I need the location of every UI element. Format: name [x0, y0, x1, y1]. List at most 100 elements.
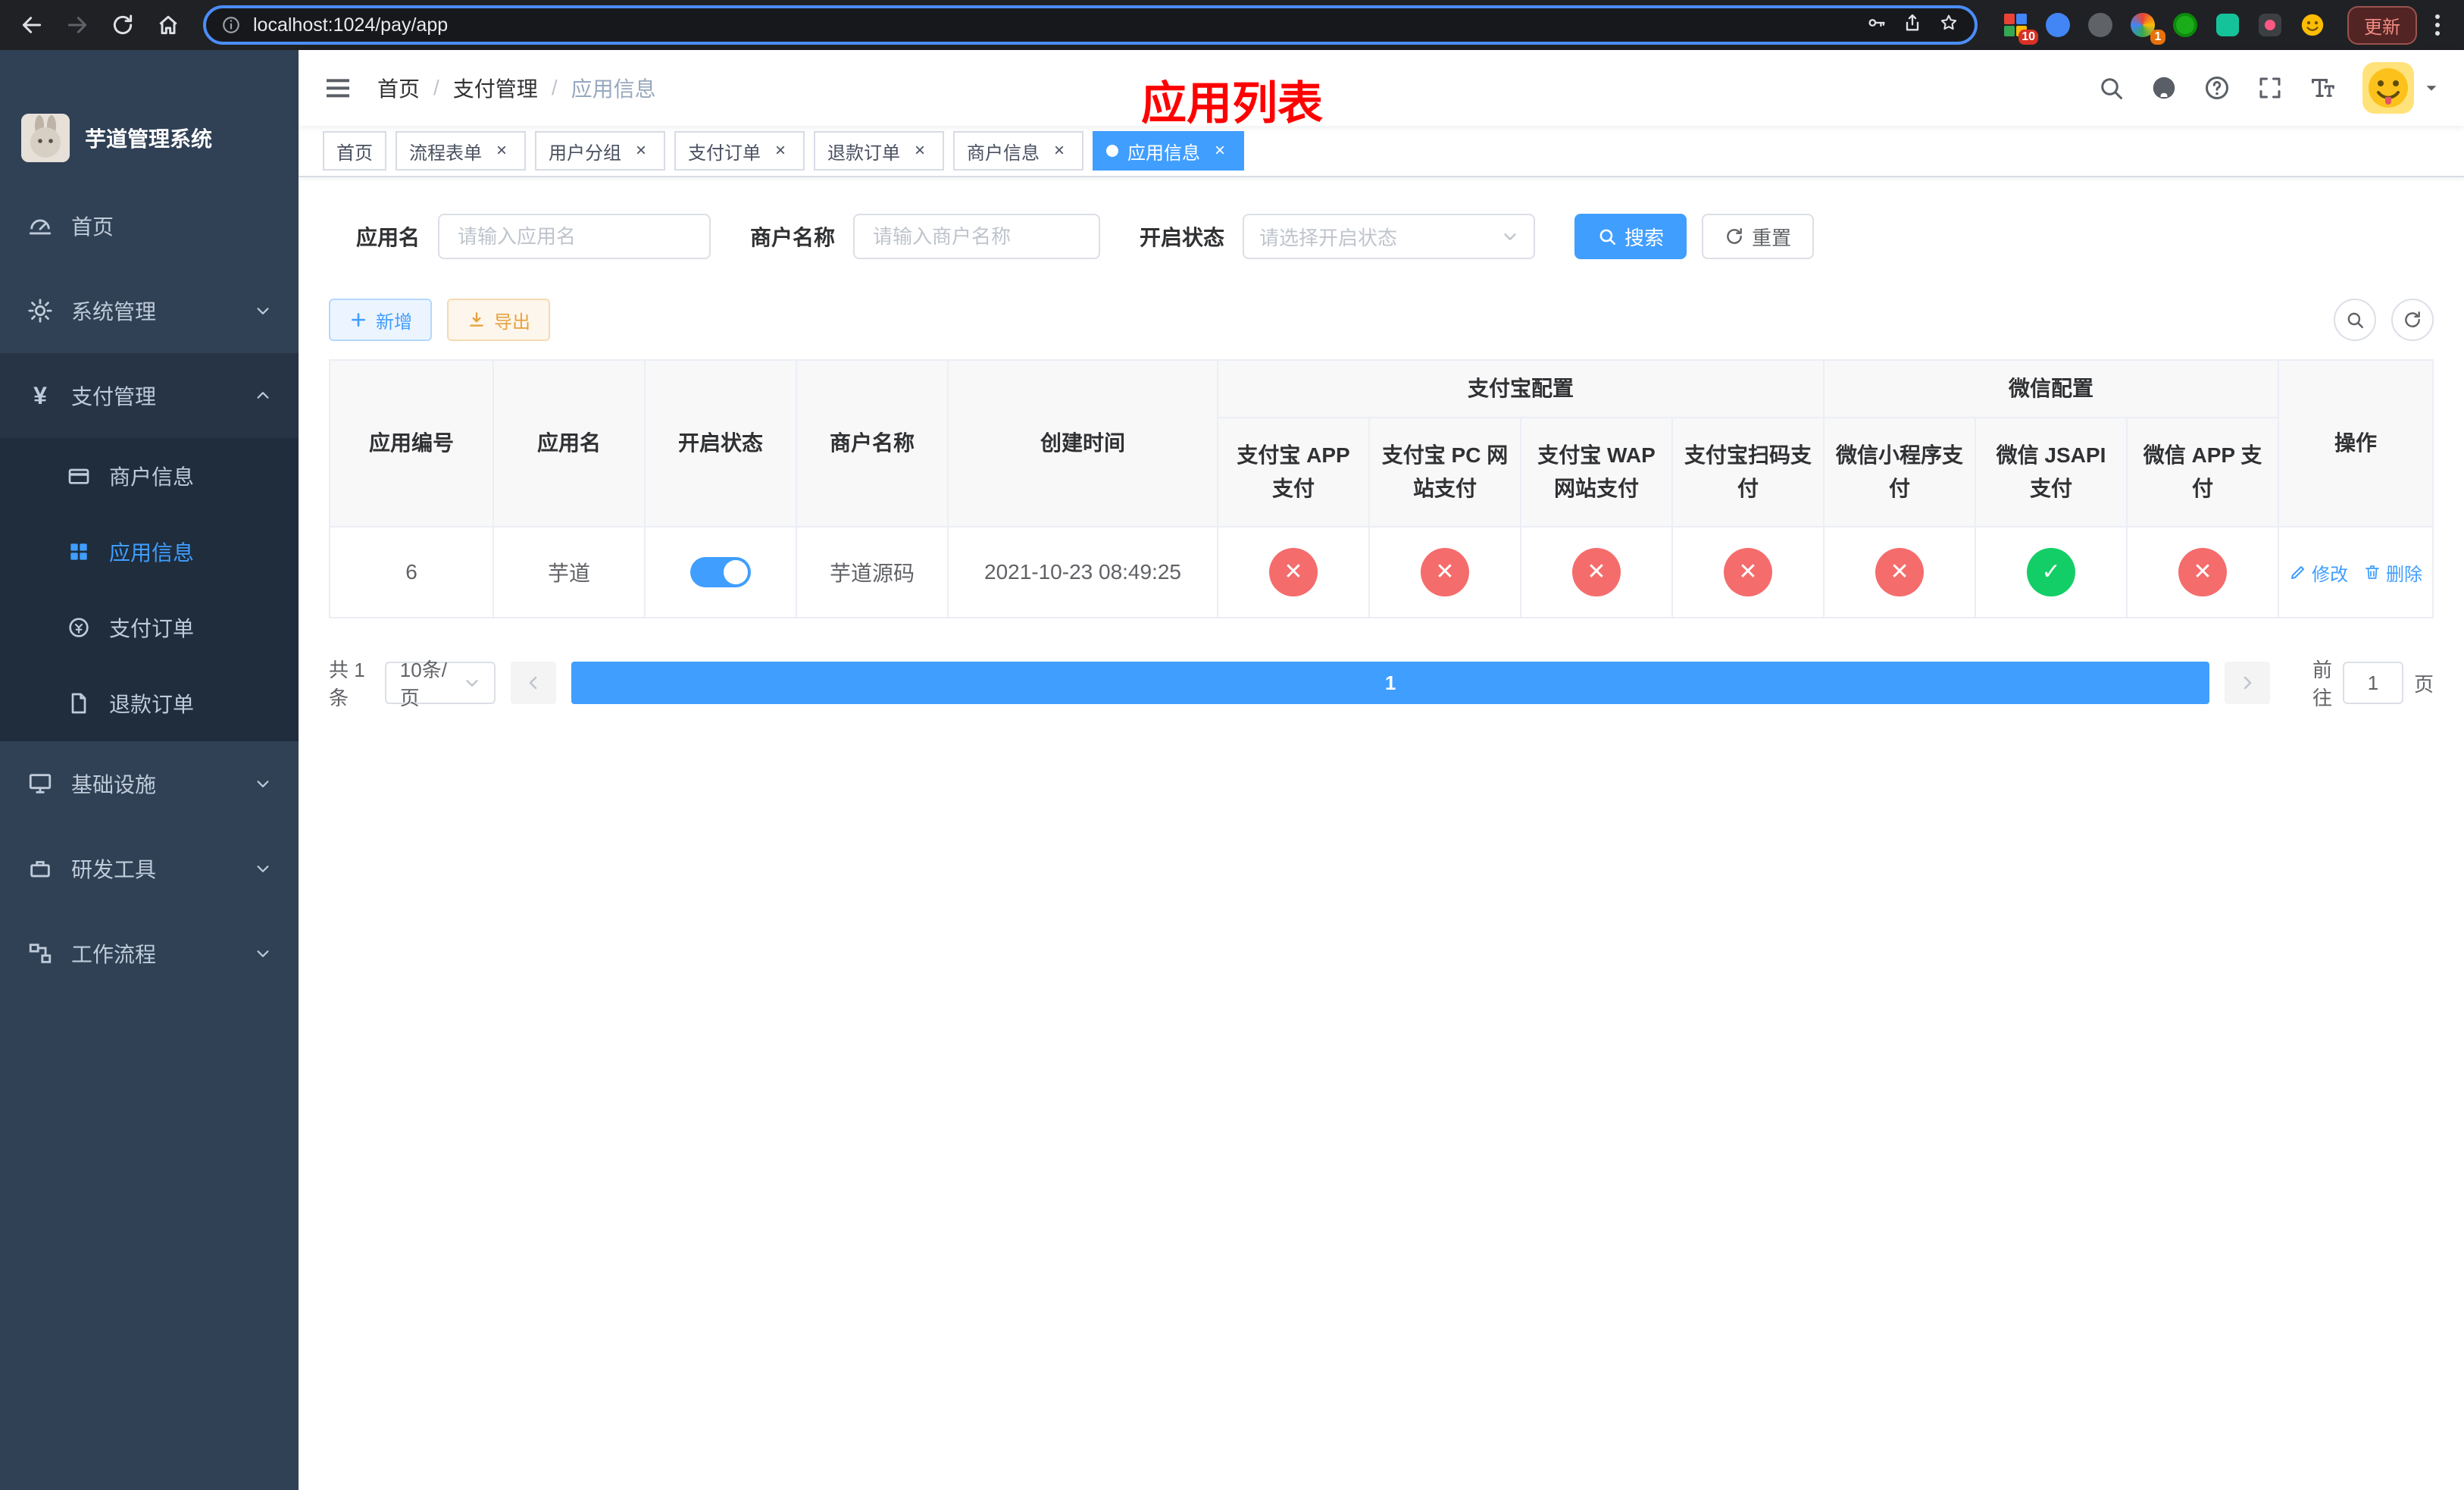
breadcrumb-separator: /	[433, 76, 439, 99]
extension-icon-1[interactable]: 10	[2002, 11, 2038, 45]
grid-icon	[67, 540, 91, 564]
close-icon[interactable]: ×	[1209, 140, 1230, 161]
close-icon[interactable]: ×	[491, 140, 512, 161]
sidebar-item-app-info[interactable]: 应用信息	[0, 514, 299, 590]
goto-page-input[interactable]	[2342, 662, 2403, 704]
reset-button[interactable]: 重置	[1702, 214, 1815, 259]
prev-page-button[interactable]	[511, 662, 557, 704]
sidebar-item-label: 首页	[71, 215, 114, 239]
font-size-icon[interactable]	[2309, 74, 2337, 102]
tab-pay-orders[interactable]: 支付订单 ×	[674, 131, 805, 171]
back-icon[interactable]	[12, 5, 52, 45]
toolbox-icon	[27, 856, 53, 881]
col-wx-jsapi: 微信 JSAPI 支付	[1975, 417, 2128, 527]
col-alipay-pc: 支付宝 PC 网站支付	[1368, 417, 1521, 527]
sidebar-item-workflow[interactable]: 工作流程	[0, 911, 299, 996]
page-size-select[interactable]: 10条/页	[384, 659, 496, 709]
sidebar-item-pay-orders[interactable]: 支付订单	[0, 590, 299, 665]
col-wx-app: 微信 APP 支付	[2126, 417, 2280, 527]
browser-chrome: localhost:1024/pay/app 10 1 更新	[0, 0, 2464, 50]
breadcrumb-separator: /	[551, 76, 558, 99]
extension-icon-3[interactable]	[2087, 11, 2114, 39]
bookmark-star-icon[interactable]	[1938, 11, 1959, 39]
alipay-wap-status-icon: ✕	[1572, 548, 1621, 596]
sidebar-item-refund-orders[interactable]: 退款订单	[0, 665, 299, 741]
password-key-icon[interactable]	[1865, 11, 1887, 39]
col-actions: 操作	[2278, 359, 2434, 527]
credit-card-icon	[67, 464, 91, 488]
sidebar-item-merchant-info[interactable]: 商户信息	[0, 438, 299, 514]
url-bar[interactable]: localhost:1024/pay/app	[203, 5, 1978, 45]
chevron-down-icon	[255, 302, 271, 319]
close-icon[interactable]: ×	[909, 140, 930, 161]
toggle-search-icon[interactable]	[2334, 299, 2376, 341]
app-logo[interactable]: 芋道管理系统	[0, 50, 299, 183]
tab-label: 流程表单	[409, 142, 482, 164]
github-icon[interactable]	[2150, 74, 2178, 102]
tab-home[interactable]: 首页	[323, 131, 386, 171]
home-icon[interactable]	[149, 5, 188, 45]
extension-icon-4[interactable]: 1	[2129, 11, 2165, 45]
tab-refund-orders[interactable]: 退款订单 ×	[814, 131, 944, 171]
active-tab-dot	[1106, 145, 1118, 157]
tab-app-info[interactable]: 应用信息 ×	[1093, 131, 1244, 171]
extension-icon-2[interactable]	[2044, 11, 2072, 39]
col-status: 开启状态	[644, 359, 797, 527]
site-info-icon[interactable]	[221, 15, 241, 35]
status-toggle[interactable]	[690, 557, 751, 587]
merchant-name-label: 商户名称	[750, 226, 836, 249]
share-icon[interactable]	[1902, 11, 1923, 39]
page-number-button[interactable]: 1	[571, 662, 2209, 704]
goto-label: 前往	[2312, 659, 2332, 709]
tab-user-group[interactable]: 用户分组 ×	[535, 131, 665, 171]
breadcrumb-home[interactable]: 首页	[377, 73, 420, 103]
delete-link[interactable]: 删除	[2363, 559, 2422, 586]
status-select[interactable]: 请选择开启状态	[1243, 214, 1536, 259]
sidebar-item-payment[interactable]: ¥ 支付管理	[0, 353, 299, 438]
content-area: 首页 / 支付管理 / 应用信息 首页 流程表单 × 用户分组 × 支付订单 ×…	[299, 50, 2464, 1490]
extension-icon-5[interactable]	[2172, 11, 2199, 39]
help-icon[interactable]	[2203, 74, 2231, 102]
chevron-down-icon	[464, 675, 480, 691]
merchant-name-input[interactable]	[853, 214, 1101, 259]
sidebar-item-dev-tools[interactable]: 研发工具	[0, 826, 299, 911]
app-name-input[interactable]	[438, 214, 711, 259]
sidebar-item-label: 基础设施	[71, 773, 157, 797]
app-shell: 芋道管理系统 首页 系统管理 ¥ 支付管理 商户信息 应用信息 支付订单 退款订…	[0, 50, 2464, 1490]
tab-label: 商户信息	[967, 142, 1040, 164]
sidebar-item-home[interactable]: 首页	[0, 183, 299, 268]
edit-link[interactable]: 修改	[2289, 559, 2348, 586]
next-page-button[interactable]	[2224, 662, 2270, 704]
payment-submenu: 商户信息 应用信息 支付订单 退款订单	[0, 438, 299, 741]
sidebar-item-system[interactable]: 系统管理	[0, 268, 299, 353]
sidebar: 芋道管理系统 首页 系统管理 ¥ 支付管理 商户信息 应用信息 支付订单 退款订…	[0, 50, 299, 1490]
reload-icon[interactable]	[103, 5, 142, 45]
sidebar-item-label: 支付管理	[71, 385, 157, 408]
yen-icon: ¥	[33, 382, 47, 409]
tab-process-form[interactable]: 流程表单 ×	[396, 131, 526, 171]
user-menu[interactable]	[2362, 62, 2440, 114]
extension-icon-8[interactable]	[2299, 11, 2326, 39]
breadcrumb-section[interactable]: 支付管理	[453, 73, 538, 103]
hamburger-icon[interactable]	[323, 73, 353, 103]
close-icon[interactable]: ×	[770, 140, 791, 161]
add-button[interactable]: 新增	[329, 299, 432, 341]
chrome-update-button[interactable]: 更新	[2347, 5, 2417, 45]
fullscreen-icon[interactable]	[2256, 74, 2284, 102]
export-button[interactable]: 导出	[447, 299, 550, 341]
sidebar-item-infrastructure[interactable]: 基础设施	[0, 741, 299, 826]
tab-merchant-info[interactable]: 商户信息 ×	[953, 131, 1083, 171]
filter-form: 应用名 商户名称 开启状态 请选择开启状态	[356, 214, 2434, 259]
refresh-table-icon[interactable]	[2391, 299, 2434, 341]
search-button[interactable]: 搜索	[1574, 214, 1687, 259]
forward-icon[interactable]	[58, 5, 97, 45]
extensions-row: 10 1	[1993, 11, 2335, 45]
search-icon[interactable]	[2097, 74, 2125, 102]
pagination-total: 共 1 条	[329, 659, 365, 709]
browser-menu-icon[interactable]	[2423, 14, 2452, 36]
extension-icon-7[interactable]	[2256, 11, 2284, 39]
col-alipay-app: 支付宝 APP 支付	[1217, 417, 1370, 527]
close-icon[interactable]: ×	[630, 140, 652, 161]
close-icon[interactable]: ×	[1049, 140, 1070, 161]
extension-icon-6[interactable]	[2214, 11, 2241, 39]
